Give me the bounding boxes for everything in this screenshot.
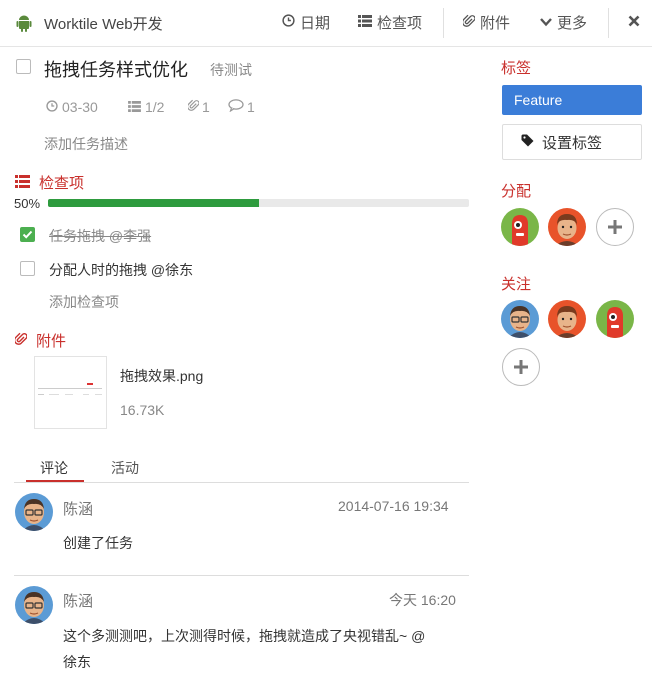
follow-title: 关注 <box>501 276 532 293</box>
date-button[interactable]: 日期 <box>282 12 330 33</box>
comment-text: 这个多测测吧，上次测得时候，拖拽就造成了央视错乱~ @ <box>63 628 426 644</box>
task-title[interactable]: 拖拽任务样式优化 <box>44 56 188 82</box>
attachment-file-size: 16.73K <box>120 402 165 418</box>
clock-icon <box>282 14 295 31</box>
checklist-button-label: 检查项 <box>377 15 423 32</box>
clock-icon <box>46 99 58 115</box>
checklist-header: 检查项 <box>15 172 84 193</box>
attachment-count-text: 1 <box>202 99 210 115</box>
tags-title: 标签 <box>501 60 532 77</box>
checklist-item-checkbox[interactable] <box>20 261 35 276</box>
checklist-item-text[interactable]: 任务拖拽 @李强 <box>49 226 151 246</box>
checklist-item-text[interactable]: 分配人时的拖拽 @徐东 <box>49 260 193 280</box>
comment-count: 1 <box>228 99 255 115</box>
robot-avatar-icon <box>501 208 539 246</box>
date-button-label: 日期 <box>300 15 331 32</box>
header-divider <box>443 8 444 38</box>
comment-count-text: 1 <box>247 99 255 115</box>
list-icon <box>128 99 141 115</box>
add-follower-button[interactable] <box>502 348 540 386</box>
image-preview-icon <box>38 383 102 395</box>
add-checklist-item-link[interactable]: 添加检查项 <box>49 292 119 312</box>
avatar[interactable] <box>548 300 586 338</box>
list-icon <box>358 14 372 31</box>
chevron-down-icon <box>540 14 552 31</box>
comment-divider <box>14 575 469 576</box>
tab-comments[interactable]: 评论 <box>40 458 68 478</box>
avatar[interactable] <box>596 300 634 338</box>
checklist-progress-fill <box>48 199 259 207</box>
tag-feature[interactable]: Feature <box>502 85 642 115</box>
assign-title: 分配 <box>501 183 532 200</box>
attachment-thumbnail[interactable] <box>34 356 107 429</box>
android-icon <box>16 14 32 35</box>
user-avatar-icon <box>548 300 586 338</box>
attachment-button-label: 附件 <box>480 15 511 32</box>
checklist-item-checkbox[interactable] <box>20 227 35 242</box>
robot-avatar-icon <box>596 300 634 338</box>
task-complete-checkbox[interactable] <box>16 59 31 74</box>
comment-icon <box>228 99 244 115</box>
comment-text: 徐东 <box>63 654 91 670</box>
add-assignee-button[interactable] <box>596 208 634 246</box>
user-avatar-icon <box>501 300 539 338</box>
comment-author[interactable]: 陈涵 <box>63 590 93 611</box>
tabs-divider <box>14 482 469 483</box>
paperclip-icon <box>462 14 476 32</box>
avatar[interactable] <box>548 208 586 246</box>
attachment-button[interactable]: 附件 <box>462 12 511 33</box>
checklist-progress-bar <box>48 199 469 207</box>
paperclip-icon <box>13 332 28 349</box>
avatar[interactable] <box>501 300 539 338</box>
more-button-label: 更多 <box>557 15 588 32</box>
tag-icon <box>521 134 534 151</box>
avatar[interactable] <box>501 208 539 246</box>
tab-active-indicator <box>26 480 84 482</box>
user-avatar-icon <box>15 586 53 624</box>
attachments-header: 附件 <box>13 330 67 351</box>
user-avatar-icon <box>548 208 586 246</box>
header-divider <box>608 8 609 38</box>
list-icon <box>15 174 30 191</box>
more-button[interactable]: 更多 <box>540 12 587 33</box>
close-icon[interactable] <box>628 14 640 30</box>
comment-time: 2014-07-16 19:34 <box>338 498 449 514</box>
comment-author[interactable]: 陈涵 <box>63 498 93 519</box>
tab-activity[interactable]: 活动 <box>111 458 139 478</box>
checklist-count: 1/2 <box>128 99 164 115</box>
comment-time: 今天 16:20 <box>389 592 456 608</box>
set-tag-button[interactable]: 设置标签 <box>502 124 642 160</box>
checklist-title: 检查项 <box>39 175 85 192</box>
attachment-count: 1 <box>187 99 210 115</box>
due-date-text: 03-30 <box>62 99 98 115</box>
paperclip-icon <box>187 99 200 115</box>
project-title: Worktile Web开发 <box>44 16 163 33</box>
avatar[interactable] <box>15 586 53 624</box>
checklist-button[interactable]: 检查项 <box>358 12 422 33</box>
avatar[interactable] <box>15 493 53 531</box>
header: Worktile Web开发 日期 检查项 附件 更多 <box>0 0 652 47</box>
due-date[interactable]: 03-30 <box>46 99 98 115</box>
attachments-title: 附件 <box>36 333 67 350</box>
add-description-link[interactable]: 添加任务描述 <box>44 134 128 154</box>
checklist-count-text: 1/2 <box>145 99 165 115</box>
task-status[interactable]: 待测试 <box>210 60 252 80</box>
checklist-progress-label: 50% <box>14 196 41 211</box>
comment-text: 创建了任务 <box>63 535 133 551</box>
check-icon <box>21 228 34 244</box>
attachment-file-name[interactable]: 拖拽效果.png <box>120 366 203 386</box>
plus-icon <box>514 360 528 374</box>
user-avatar-icon <box>15 493 53 531</box>
set-tag-label: 设置标签 <box>542 134 603 152</box>
plus-icon <box>608 220 622 234</box>
